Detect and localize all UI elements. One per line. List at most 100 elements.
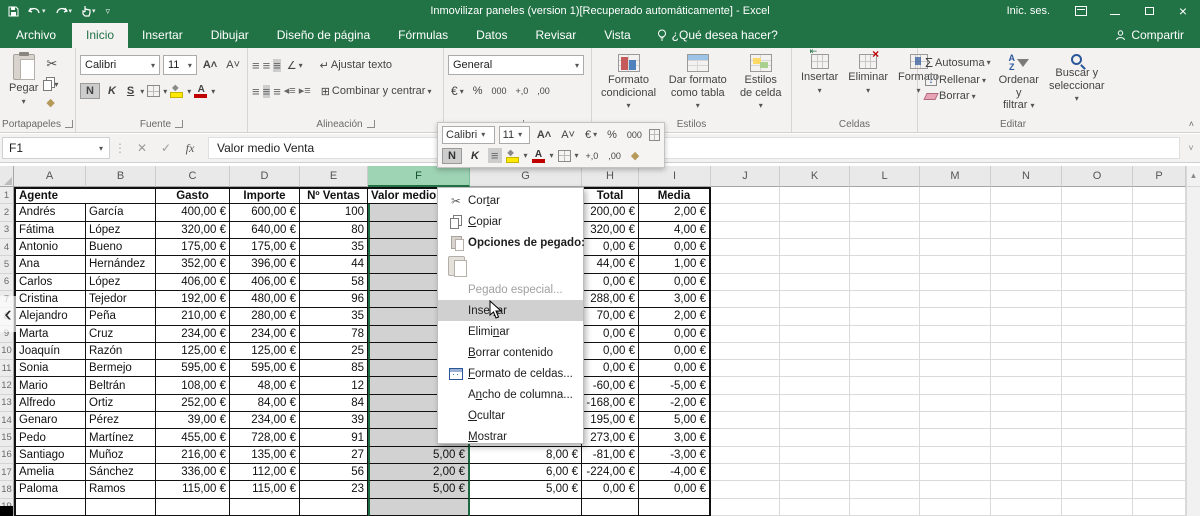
cell-J3[interactable] (711, 221, 780, 239)
cell-P11[interactable] (1133, 360, 1186, 378)
cell-O17[interactable] (1062, 464, 1133, 482)
cell-K5[interactable] (780, 256, 850, 274)
cell-C17[interactable]: 336,00 € (156, 464, 230, 482)
cell-H15[interactable]: 273,00 € (582, 429, 639, 447)
cell-J12[interactable] (711, 377, 780, 395)
cell-M16[interactable] (920, 446, 991, 464)
column-header-B[interactable]: B (86, 166, 156, 187)
cell-E4[interactable]: 35 (300, 238, 368, 257)
row-number-17[interactable]: 17 (0, 464, 14, 482)
cell-P7[interactable] (1133, 290, 1186, 309)
menu-item-ancho-de-columna[interactable]: Ancho de columna... (438, 384, 583, 405)
cell-G16[interactable]: 8,00 € (470, 446, 582, 464)
cell-N17[interactable] (991, 464, 1062, 482)
cell-K1[interactable] (780, 187, 850, 205)
cell-O4[interactable] (1062, 238, 1133, 257)
underline-button[interactable]: S (124, 84, 137, 98)
row-number-18[interactable]: 18 (0, 481, 14, 499)
align-left-icon[interactable]: ≡ (252, 85, 260, 98)
cell-E1[interactable]: Nº Ventas (300, 187, 368, 205)
tab-revisar[interactable]: Revisar (522, 23, 591, 48)
column-header-O[interactable]: O (1062, 166, 1133, 187)
cell-A10[interactable]: Joaquín (14, 342, 86, 361)
cell-O8[interactable] (1062, 308, 1133, 326)
increase-decimal-icon[interactable]: +,0 (513, 85, 532, 97)
cell-D10[interactable]: 125,00 € (230, 342, 300, 361)
row-number-6[interactable]: 6 (0, 273, 14, 291)
cell-O13[interactable] (1062, 394, 1133, 413)
expand-formula-bar-icon[interactable]: ˅ (1182, 143, 1200, 153)
cell-A3[interactable]: Fátima (14, 221, 86, 239)
cell-P14[interactable] (1133, 412, 1186, 430)
cell-N9[interactable] (991, 325, 1062, 343)
cell-B6[interactable]: López (86, 273, 156, 291)
cell-A11[interactable]: Sonia (14, 360, 86, 378)
cell-C13[interactable]: 252,00 € (156, 394, 230, 413)
mini-format-painter-icon[interactable]: ◆ (628, 148, 642, 163)
touch-mode-icon[interactable]: ▾ (81, 5, 96, 17)
cell-C19[interactable] (156, 498, 230, 516)
tab-inicio[interactable]: Inicio (72, 23, 129, 48)
cell-M15[interactable] (920, 429, 991, 447)
cell-O6[interactable] (1062, 273, 1133, 291)
cell-N15[interactable] (991, 429, 1062, 447)
fill-button[interactable]: ↓ Rellenar ▾ (922, 73, 994, 87)
cell-D11[interactable]: 595,00 € (230, 360, 300, 378)
cell-N3[interactable] (991, 221, 1062, 239)
cell-I5[interactable]: 1,00 € (639, 256, 711, 274)
cell-B15[interactable]: Martínez (86, 429, 156, 447)
cell-J16[interactable] (711, 446, 780, 464)
menu-item-ocultar[interactable]: Ocultar (438, 405, 583, 426)
cell-D2[interactable]: 600,00 € (230, 204, 300, 222)
cell-H13[interactable]: -168,00 € (582, 394, 639, 413)
cell-K15[interactable] (780, 429, 850, 447)
cell-O5[interactable] (1062, 256, 1133, 274)
menu-item-pegado-especial[interactable]: Pegado especial... (438, 279, 583, 300)
comma-style-button[interactable]: 000 (488, 85, 509, 97)
share-button[interactable]: Compartir (1099, 23, 1200, 48)
cell-L7[interactable] (850, 290, 920, 309)
row-number-1[interactable]: 1 (0, 187, 14, 205)
cell-D19[interactable] (230, 498, 300, 516)
mini-table-icon[interactable] (648, 128, 660, 141)
cell-N10[interactable] (991, 342, 1062, 361)
cell-O3[interactable] (1062, 221, 1133, 239)
cell-E16[interactable]: 27 (300, 446, 368, 464)
cell-J10[interactable] (711, 342, 780, 361)
mini-increase-font-icon[interactable]: A˄ (534, 128, 554, 142)
borders-icon[interactable] (147, 85, 161, 97)
cell-P10[interactable] (1133, 342, 1186, 361)
cell-M6[interactable] (920, 273, 991, 291)
cell-K8[interactable] (780, 308, 850, 326)
cell-P19[interactable] (1133, 498, 1186, 516)
cell-M2[interactable] (920, 204, 991, 222)
cell-H14[interactable]: 195,00 € (582, 412, 639, 430)
font-size-select[interactable]: 11 ▾ (162, 55, 197, 75)
cell-N16[interactable] (991, 446, 1062, 464)
cell-M14[interactable] (920, 412, 991, 430)
wrap-text-button[interactable]: ↵ Ajustar texto (317, 58, 395, 73)
cell-C11[interactable]: 595,00 € (156, 360, 230, 378)
merge-center-button[interactable]: ⊞ Combinar y centrar ▾ (318, 84, 435, 99)
cell-P15[interactable] (1133, 429, 1186, 447)
cell-M7[interactable] (920, 290, 991, 309)
cell-A19[interactable] (14, 498, 86, 516)
cell-K7[interactable] (780, 290, 850, 309)
cell-C6[interactable]: 406,00 € (156, 273, 230, 291)
column-header-K[interactable]: K (780, 166, 850, 187)
delete-cells-button[interactable]: Eliminar▾ (843, 48, 893, 97)
cell-K18[interactable] (780, 481, 850, 499)
cell-L17[interactable] (850, 464, 920, 482)
cell-M1[interactable] (920, 187, 991, 205)
cell-B3[interactable]: López (86, 221, 156, 239)
cell-M3[interactable] (920, 221, 991, 239)
increase-font-icon[interactable]: A˄ (200, 58, 220, 72)
cell-C8[interactable]: 210,00 € (156, 308, 230, 326)
mini-decrease-decimal-icon[interactable]: ,00 (605, 150, 624, 162)
column-header-N[interactable]: N (991, 166, 1062, 187)
insert-cells-button[interactable]: Insertar▾ (796, 46, 843, 97)
cell-L6[interactable] (850, 273, 920, 291)
tab-datos[interactable]: Datos (462, 23, 521, 48)
cell-E11[interactable]: 85 (300, 360, 368, 378)
align-bottom-icon[interactable]: ≡ (273, 58, 281, 72)
